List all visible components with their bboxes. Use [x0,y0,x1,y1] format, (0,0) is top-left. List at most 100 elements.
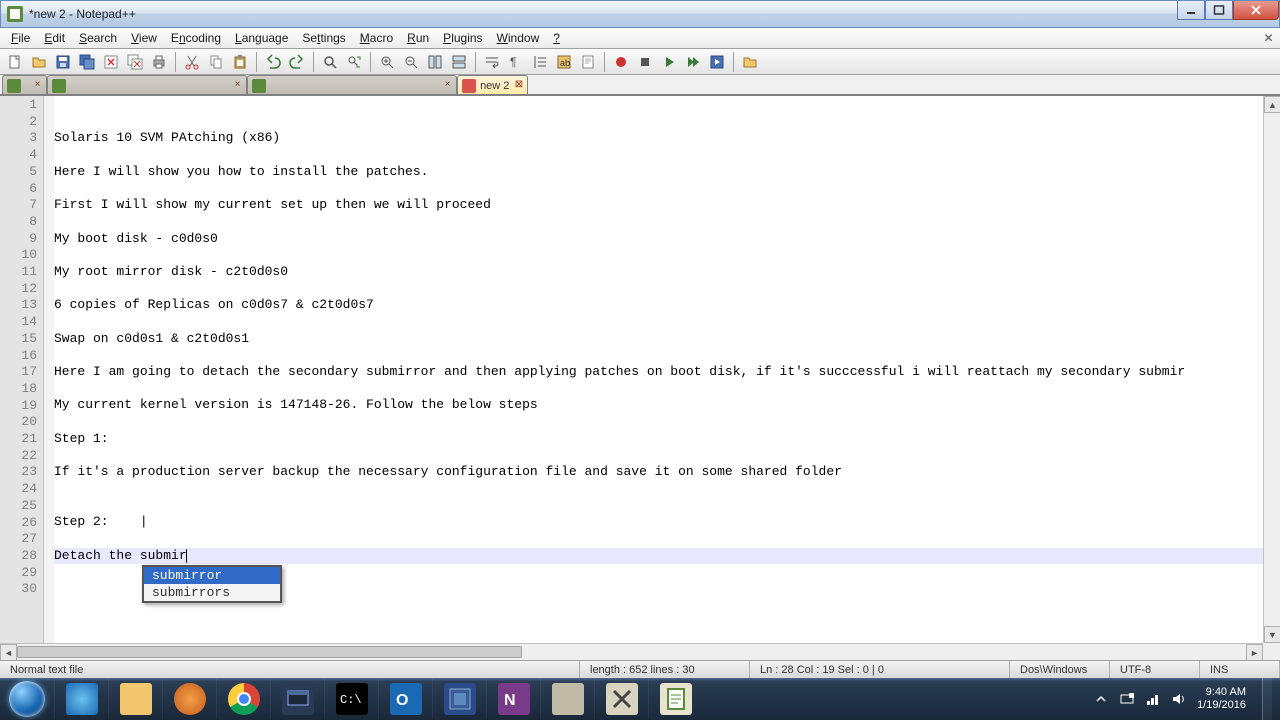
scroll-thumb[interactable] [17,646,522,658]
windows-logo-icon [9,681,45,717]
stop-macro-button[interactable] [634,51,656,73]
notepadpp-icon [660,683,692,715]
find-button[interactable] [319,51,341,73]
svg-text:ab: ab [560,58,570,68]
svg-text:C:\: C:\ [340,693,362,707]
menu-run[interactable]: Run [400,29,436,47]
taskbar-media[interactable] [162,679,216,719]
close-icon[interactable]: × [442,80,453,91]
taskbar-explorer[interactable] [108,679,162,719]
autocomplete-popup[interactable]: submirror submirrors [142,565,282,603]
editor: 1234567891011121314151617181920212223242… [0,95,1280,660]
show-all-chars-button[interactable]: ¶ [505,51,527,73]
scroll-down-button[interactable]: ▼ [1264,626,1280,643]
sync-h-button[interactable] [448,51,470,73]
vertical-scrollbar[interactable]: ▲ ▼ [1263,96,1280,643]
tab-label: new 2 [480,80,509,92]
taskbar-chrome[interactable] [216,679,270,719]
indent-guide-button[interactable] [529,51,551,73]
status-filetype: Normal text file [0,661,580,678]
folder-button[interactable] [739,51,761,73]
menu-file[interactable]: File [4,29,37,47]
autocomplete-item[interactable]: submirror [144,567,280,584]
clock[interactable]: 9:40 AM 1/19/2016 [1197,686,1246,712]
clock-date: 1/19/2016 [1197,699,1246,712]
new-file-button[interactable] [4,51,26,73]
taskbar-app2[interactable] [594,679,648,719]
wordwrap-button[interactable] [481,51,503,73]
taskbar-ie[interactable] [54,679,108,719]
status-insert-mode: INS [1200,661,1280,678]
taskbar-notepadpp[interactable] [648,679,702,719]
close-button-tb[interactable] [100,51,122,73]
taskbar-vbox[interactable] [432,679,486,719]
close-icon[interactable]: ⊠ [513,80,524,91]
maximize-button[interactable] [1205,1,1233,20]
taskbar-onenote[interactable]: N [486,679,540,719]
menu-settings[interactable]: Settings [295,29,352,47]
status-position: Ln : 28 Col : 19 Sel : 0 | 0 [750,661,1010,678]
volume-icon[interactable] [1171,691,1187,707]
status-eol: Dos\Windows [1010,661,1110,678]
horizontal-scrollbar[interactable]: ◄ ► [0,643,1263,660]
app-icon [7,6,23,22]
menu-macro[interactable]: Macro [353,29,400,47]
save-all-button[interactable] [76,51,98,73]
tab-bar: × × × new 2 ⊠ [0,75,1280,95]
menu-encoding[interactable]: Encoding [164,29,228,47]
replace-button[interactable] [343,51,365,73]
menu-plugins[interactable]: Plugins [436,29,489,47]
system-tray: 9:40 AM 1/19/2016 [1085,678,1280,720]
save-button[interactable] [52,51,74,73]
redo-button[interactable] [286,51,308,73]
scroll-up-button[interactable]: ▲ [1264,96,1280,113]
scroll-left-button[interactable]: ◄ [0,644,17,661]
network-icon[interactable] [1145,691,1161,707]
taskbar-outlook[interactable]: O [378,679,432,719]
zoom-out-button[interactable] [400,51,422,73]
print-button[interactable] [148,51,170,73]
tab-3[interactable]: × [247,75,457,94]
minimize-button[interactable] [1177,1,1205,20]
autocomplete-item[interactable]: submirrors [144,584,280,601]
save-macro-button[interactable] [706,51,728,73]
menu-search[interactable]: Search [72,29,124,47]
taskbar-putty[interactable] [270,679,324,719]
taskbar-app1[interactable] [540,679,594,719]
action-center-icon[interactable] [1119,691,1135,707]
paste-button[interactable] [229,51,251,73]
zoom-in-button[interactable] [376,51,398,73]
tab-new-2[interactable]: new 2 ⊠ [457,75,528,94]
svg-text:¶: ¶ [510,55,516,69]
menu-edit[interactable]: Edit [37,29,72,47]
tray-up-icon[interactable] [1093,691,1109,707]
close-icon[interactable]: × [232,80,243,91]
play-macro-multi-button[interactable] [682,51,704,73]
play-macro-button[interactable] [658,51,680,73]
open-file-button[interactable] [28,51,50,73]
menu-language[interactable]: Language [228,29,295,47]
svg-text:O: O [396,692,408,709]
tab-1[interactable]: × [2,75,47,94]
text-area[interactable]: Solaris 10 SVM PAtching (x86)Here I will… [54,96,1263,643]
taskbar-cmd[interactable]: C:\ [324,679,378,719]
cut-button[interactable] [181,51,203,73]
menu-view[interactable]: View [124,29,164,47]
menu-window[interactable]: Window [490,29,547,47]
tab-2[interactable]: × [47,75,247,94]
menu-help[interactable]: ? [546,29,567,47]
lang-button[interactable]: ab [553,51,575,73]
sync-v-button[interactable] [424,51,446,73]
start-button[interactable] [0,678,54,720]
close-all-button[interactable] [124,51,146,73]
copy-button[interactable] [205,51,227,73]
scroll-right-button[interactable]: ► [1246,644,1263,661]
clock-time: 9:40 AM [1197,686,1246,699]
undo-button[interactable] [262,51,284,73]
close-button[interactable] [1233,1,1279,20]
doc-close-button[interactable]: ✕ [1261,30,1276,45]
close-icon[interactable]: × [32,80,43,91]
doc-map-button[interactable] [577,51,599,73]
show-desktop-button[interactable] [1262,678,1272,720]
record-macro-button[interactable] [610,51,632,73]
